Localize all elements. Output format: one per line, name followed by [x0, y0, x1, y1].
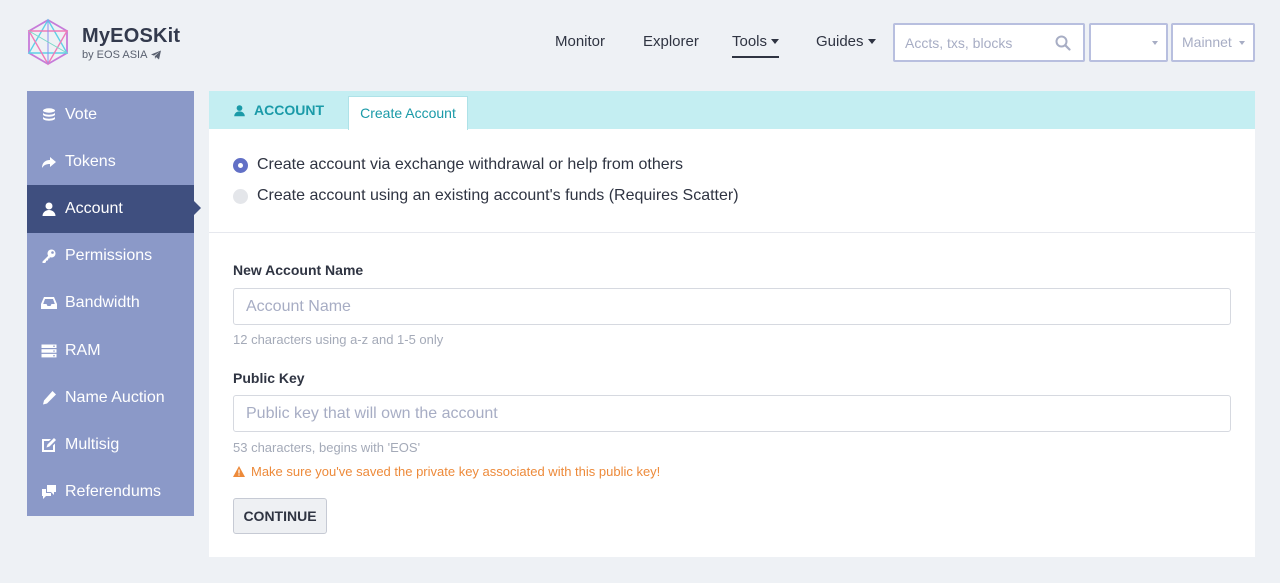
brand[interactable]: MyEOSKit by EOS ASIA: [82, 26, 180, 61]
sidebar-item-label: Bandwidth: [65, 294, 140, 312]
nav-tools[interactable]: Tools: [732, 33, 780, 58]
sidebar-item-permissions[interactable]: Permissions: [27, 233, 194, 280]
sidebar-item-vote[interactable]: Vote: [27, 91, 194, 138]
sidebar-item-label: Referendums: [65, 483, 162, 501]
account-name-label: New Account Name: [233, 262, 364, 278]
public-key-help: 53 characters, begins with 'EOS': [233, 440, 421, 455]
public-key-warning: Make sure you've saved the private key a…: [233, 464, 660, 479]
search-icon[interactable]: [1055, 35, 1071, 51]
brand-title: MyEOSKit: [82, 25, 181, 47]
warning-text: Make sure you've saved the private key a…: [251, 464, 661, 479]
chevron-down-icon: [867, 38, 876, 44]
sidebar-item-label: Permissions: [65, 247, 153, 265]
sidebar-item-label: Account: [65, 199, 123, 217]
sidebar-item-label: RAM: [65, 341, 101, 359]
user-icon: [234, 104, 245, 116]
pencil-icon: [43, 390, 56, 405]
network-dropdown[interactable]: Mainnet: [1171, 23, 1255, 62]
server-icon: [41, 344, 57, 357]
sidebar-item-name-auction[interactable]: Name Auction: [27, 374, 194, 421]
search-input[interactable]: [895, 25, 1045, 60]
sidebar-item-label: Name Auction: [65, 388, 165, 406]
nav-tools-label: Tools: [732, 33, 768, 50]
account-name-input[interactable]: [233, 288, 1231, 325]
divider: [209, 232, 1255, 233]
nav-monitor[interactable]: Monitor: [555, 33, 605, 50]
sidebar-item-account[interactable]: Account: [27, 185, 201, 233]
sidebar-item-ram[interactable]: RAM: [27, 327, 194, 374]
myeoskit-logo-icon[interactable]: [26, 18, 70, 66]
nav-guides-label: Guides: [816, 33, 864, 50]
sidebar: Vote Tokens Account Permissions Bandwidt…: [27, 91, 201, 516]
brand-subtitle: by EOS ASIA: [82, 49, 180, 61]
key-icon: [42, 249, 56, 264]
radio-existing-account[interactable]: Create account using an existing account…: [233, 187, 739, 205]
radio-label: Create account using an existing account…: [257, 187, 739, 204]
sidebar-item-tokens[interactable]: Tokens: [27, 138, 194, 185]
radio-button-selected[interactable]: [233, 157, 248, 173]
public-key-label: Public Key: [233, 370, 305, 386]
sidebar-item-referendums[interactable]: Referendums: [27, 469, 194, 516]
search-box: [893, 23, 1085, 62]
sidebar-item-label: Vote: [65, 105, 98, 123]
section-account-label: ACCOUNT: [233, 102, 324, 118]
brand-subtitle-text: by EOS ASIA: [82, 49, 148, 61]
tab-create-account[interactable]: Create Account: [348, 96, 468, 130]
user-icon: [42, 202, 56, 216]
telegram-icon[interactable]: [151, 50, 162, 60]
coins-icon: [43, 107, 55, 121]
sidebar-item-label: Multisig: [65, 435, 120, 453]
nav-explorer[interactable]: Explorer: [643, 33, 699, 50]
warning-icon: [233, 466, 245, 477]
main-panel: ACCOUNT Create Account Create account vi…: [209, 91, 1255, 557]
radio-button-unselected[interactable]: [233, 188, 248, 204]
language-dropdown[interactable]: [1089, 23, 1168, 62]
continue-button[interactable]: CONTINUE: [233, 498, 327, 534]
account-name-help: 12 characters using a-z and 1-5 only: [233, 332, 444, 347]
tab-bar: ACCOUNT Create Account: [209, 91, 1255, 130]
inbox-icon: [41, 297, 57, 310]
nav-guides[interactable]: Guides: [816, 33, 876, 50]
sidebar-item-multisig[interactable]: Multisig: [27, 421, 194, 468]
chevron-down-icon: [771, 38, 780, 44]
section-label-text: ACCOUNT: [254, 102, 324, 118]
public-key-input[interactable]: [233, 395, 1231, 432]
sidebar-item-label: Tokens: [65, 152, 116, 170]
chevron-down-icon: [1239, 41, 1245, 45]
radio-label: Create account via exchange withdrawal o…: [257, 156, 683, 173]
edit-document-icon: [42, 437, 56, 452]
comments-icon: [42, 485, 56, 500]
chevron-down-icon: [1152, 41, 1158, 45]
sidebar-item-bandwidth[interactable]: Bandwidth: [27, 280, 194, 327]
radio-exchange-withdrawal[interactable]: Create account via exchange withdrawal o…: [233, 156, 683, 174]
arrow-share-icon: [42, 156, 56, 168]
network-dropdown-value: Mainnet: [1182, 34, 1232, 50]
